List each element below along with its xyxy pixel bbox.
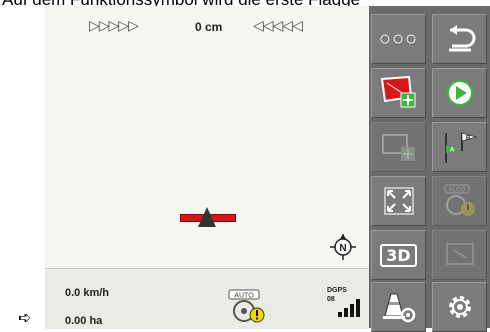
gps-signal-icon: [338, 299, 360, 317]
auto-steer-warning-icon[interactable]: AUTO: [228, 289, 268, 323]
field-map-icon: [445, 243, 474, 265]
more-functions-button[interactable]: ○○○: [371, 14, 426, 64]
steer-right-indicator: ▷▷▷▷▷: [89, 18, 139, 34]
status-bar: 0.0 km/h 0.00 ha AUTO DGPS 08: [45, 268, 369, 329]
speed-readout: 0.0 km/h: [65, 287, 110, 299]
gps-mode-label: DGPS: [327, 287, 347, 294]
flag-b-label: B: [466, 136, 471, 142]
new-field-boundary-button[interactable]: [371, 68, 426, 118]
field-add-icon: [380, 75, 415, 108]
play-icon: [446, 80, 473, 106]
flag-a-label: A: [450, 148, 455, 154]
track-offset: 0 cm: [195, 20, 223, 34]
north-compass-icon[interactable]: N: [330, 234, 356, 260]
function-panel: ○○○ A B AUTO 3D: [369, 6, 490, 332]
add-obstacle-button[interactable]: [371, 122, 426, 172]
view-3d-button[interactable]: 3D: [371, 230, 426, 280]
north-label: N: [339, 243, 346, 254]
area-readout: 0.00 ha: [65, 315, 103, 327]
undo-arrow-icon: [448, 25, 475, 52]
map-view[interactable]: ▷▷▷▷▷ 0 cm ◁◁◁◁◁ N 0.0 km/h 0.00 ha AUTO: [45, 6, 369, 329]
more-dots-icon: ○○○: [378, 27, 419, 50]
field-map-disabled-button[interactable]: [432, 230, 487, 280]
obstacle-add-icon: [381, 134, 415, 161]
implement-settings-button[interactable]: [371, 282, 426, 332]
cone-settings-icon: [382, 293, 415, 323]
start-recording-button[interactable]: [432, 68, 487, 118]
vehicle-icon: [198, 207, 216, 227]
back-button[interactable]: [432, 14, 487, 64]
auto-steer-label: AUTO: [234, 293, 254, 300]
auto-steer-disabled-button[interactable]: AUTO: [432, 176, 487, 226]
steer-left-indicator: ◁◁◁◁◁: [253, 18, 303, 34]
settings-button[interactable]: [432, 282, 487, 332]
auto-disabled-label: AUTO: [448, 188, 465, 194]
expand-arrows-icon: [383, 187, 414, 215]
view-3d-label: 3D: [380, 243, 417, 267]
terminal-screen: ▷▷▷▷▷ 0 cm ◁◁◁◁◁ N 0.0 km/h 0.00 ha AUTO: [45, 6, 490, 332]
auto-steer-disabled-icon: AUTO: [444, 184, 475, 216]
ab-flag-icon: A B: [444, 132, 477, 163]
zoom-full-view-button[interactable]: [371, 176, 426, 226]
step-arrow-icon: ➪: [18, 308, 32, 327]
set-ab-flags-button[interactable]: A B: [432, 122, 487, 172]
gear-icon: [448, 296, 471, 318]
